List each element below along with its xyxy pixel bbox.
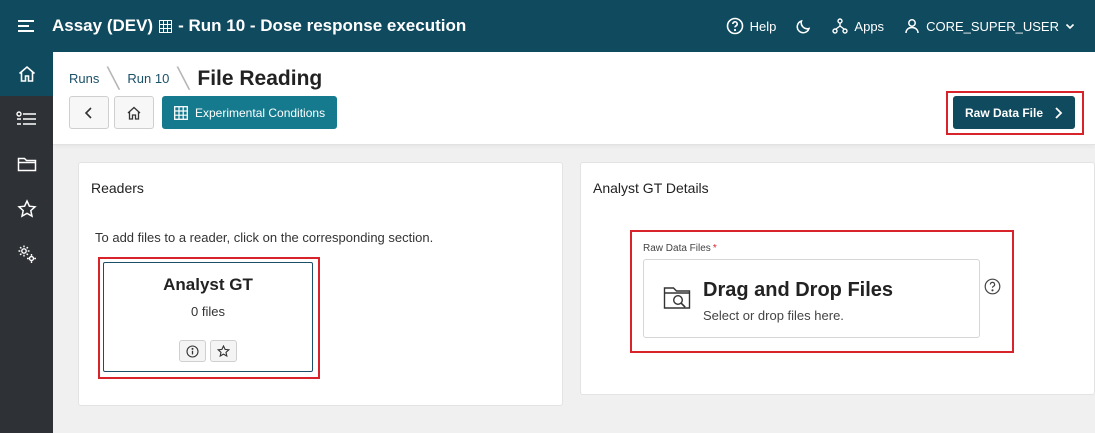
- file-dropzone[interactable]: Drag and Drop Files Select or drop files…: [643, 259, 980, 338]
- sidebar-item-list[interactable]: [0, 96, 53, 141]
- reader-favorite-button[interactable]: [210, 340, 237, 362]
- required-marker: *: [712, 243, 717, 254]
- raw-data-file-label: Raw Data File: [964, 105, 1044, 120]
- app-title: Assay (DEV) - Run 10 - Dose response exe…: [52, 16, 466, 36]
- reader-file-count: 0 files: [191, 304, 225, 319]
- raw-data-file-button[interactable]: Raw Data File: [953, 96, 1075, 129]
- reader-name: Analyst GT: [163, 275, 253, 294]
- back-button[interactable]: [69, 96, 109, 129]
- folder-search-icon: [663, 287, 691, 309]
- dropzone-title: Drag and Drop Files: [703, 279, 894, 301]
- sidebar-item-settings[interactable]: [0, 231, 53, 276]
- home-icon: [18, 65, 35, 82]
- menu-toggle-button[interactable]: [0, 0, 52, 52]
- table-icon: [159, 19, 173, 33]
- table-icon: [174, 105, 188, 120]
- experimental-conditions-label: Experimental Conditions: [195, 105, 326, 120]
- raw-data-files-label-text: Raw Data Files: [643, 243, 711, 254]
- breadcrumb-runs[interactable]: Runs: [69, 71, 99, 86]
- reader-tile-analyst-gt[interactable]: Analyst GT 0 files: [103, 262, 313, 372]
- breadcrumb-run[interactable]: Run 10: [127, 71, 169, 86]
- user-name: CORE_SUPER_USER: [926, 18, 1059, 34]
- star-icon: [217, 344, 230, 357]
- breadcrumb-separator: ╲: [177, 68, 190, 90]
- theme-toggle[interactable]: [796, 18, 812, 34]
- toolbar: Experimental Conditions: [69, 96, 338, 129]
- user-icon: [905, 19, 919, 34]
- sidebar-item-home[interactable]: [0, 52, 53, 96]
- readers-help-text: To add files to a reader, click on the c…: [95, 230, 434, 245]
- sidebar: [0, 52, 53, 433]
- apps-link[interactable]: Apps: [832, 18, 884, 34]
- folder-icon: [17, 157, 36, 171]
- readers-title: Readers: [91, 180, 144, 196]
- star-icon: [16, 198, 37, 218]
- sidebar-item-folder[interactable]: [0, 141, 53, 186]
- chevron-down-icon: [1065, 23, 1075, 30]
- help-icon: [984, 278, 1001, 295]
- raw-data-files-label: Raw Data Files *: [643, 243, 717, 254]
- info-icon: [186, 344, 199, 358]
- help-icon: [726, 17, 743, 35]
- breadcrumb: Runs ╲ Run 10 ╲ File Reading: [69, 66, 322, 91]
- list-icon: [15, 110, 36, 125]
- chevron-right-icon: [1055, 106, 1063, 119]
- details-title: Analyst GT Details: [593, 180, 709, 196]
- page-title: File Reading: [197, 66, 323, 90]
- help-link[interactable]: Help: [726, 17, 777, 35]
- apps-label: Apps: [854, 18, 885, 34]
- page-header: Runs ╲ Run 10 ╲ File Reading Experimenta…: [53, 52, 1095, 145]
- page-subtitle: - Run 10 - Dose response execution: [178, 16, 467, 35]
- settings-icon: [18, 245, 36, 263]
- reader-info-button[interactable]: [179, 340, 206, 362]
- moon-icon: [796, 19, 811, 34]
- user-menu[interactable]: CORE_SUPER_USER: [904, 18, 1075, 34]
- apps-icon: [832, 18, 849, 34]
- hamburger-icon: [18, 20, 34, 32]
- app-name: Assay (DEV): [52, 16, 154, 35]
- chevron-left-icon: [84, 106, 92, 119]
- sidebar-item-favorites[interactable]: [0, 186, 53, 231]
- home-icon: [127, 106, 141, 120]
- experimental-conditions-button[interactable]: Experimental Conditions: [162, 96, 338, 129]
- home-button[interactable]: [114, 96, 154, 129]
- breadcrumb-separator: ╲: [107, 68, 120, 90]
- help-label: Help: [749, 18, 777, 34]
- field-help-button[interactable]: [984, 278, 1001, 300]
- top-header: Assay (DEV) - Run 10 - Dose response exe…: [0, 0, 1095, 52]
- dropzone-subtitle: Select or drop files here.: [703, 308, 844, 323]
